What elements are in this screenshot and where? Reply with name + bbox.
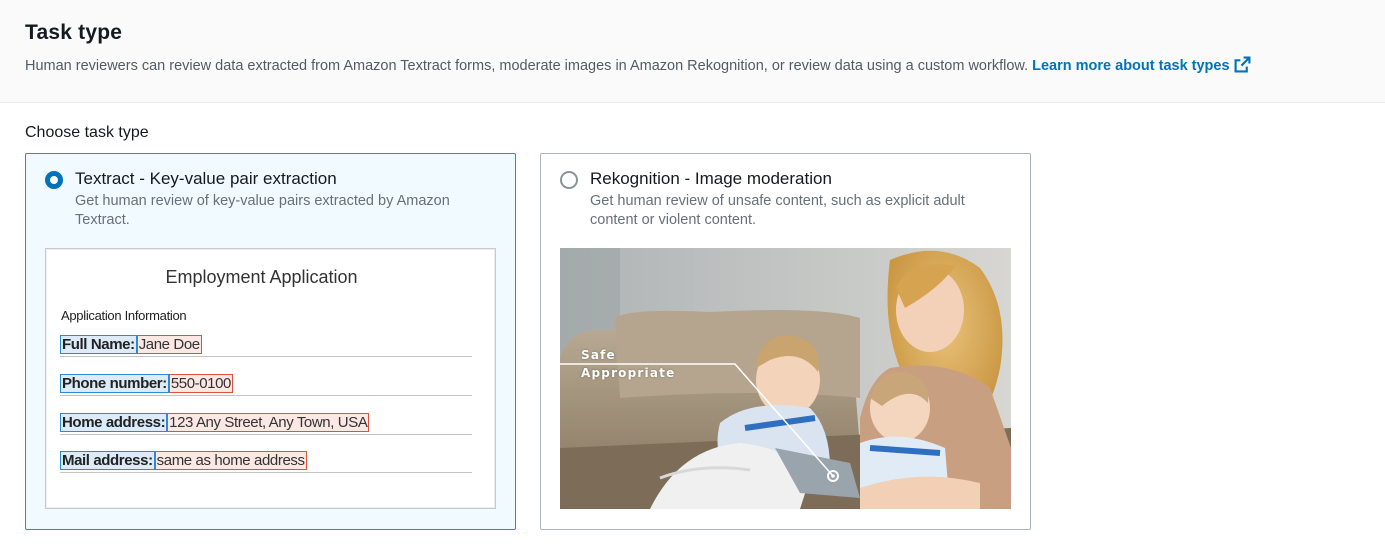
form-title: Employment Application [165,267,358,287]
form-row: Phone number: 550-0100 [60,374,472,396]
learn-more-label: Learn more about task types [1032,58,1230,74]
form-key: Mail address: [60,451,155,470]
form-key: Phone number: [60,374,169,393]
page-header: Task type Human reviewers can review dat… [0,0,1385,103]
form-row: Full Name: Jane Doe [60,335,472,357]
form-key: Full Name: [60,335,137,354]
tile-description-textract: Get human review of key-value pairs extr… [75,193,450,228]
radio-rekognition[interactable] [560,171,578,189]
form-key: Home address: [60,413,168,432]
task-type-label: Choose task type [25,124,149,141]
tile-rekognition[interactable]: Rekognition - Image moderation Get human… [540,153,1031,530]
moderation-photo: Safe Appropriate [560,248,1011,509]
description-text: Human reviewers can review data extracte… [25,58,1029,74]
form-illustration: Employment Application Application Infor… [45,248,496,509]
section-description: Human reviewers can review data extracte… [25,56,1251,77]
form-value: 550-0100 [168,374,234,393]
moderation-label: Safe [581,348,616,362]
form-value: same as home address [154,451,307,470]
moderation-label: Appropriate [581,366,676,380]
tile-description-rekognition: Get human review of unsafe content, such… [590,193,965,228]
form-value: 123 Any Street, Any Town, USA [167,413,370,432]
tile-title-rekognition: Rekognition - Image moderation [590,169,832,188]
learn-more-link[interactable]: Learn more about task types [1032,56,1251,77]
radio-textract[interactable] [45,171,63,189]
tile-title-textract: Textract - Key-value pair extraction [75,169,337,188]
external-link-icon [1234,56,1251,77]
form-row: Mail address: same as home address [60,451,472,473]
form-section-heading: Application Information [61,308,187,323]
form-row: Home address: 123 Any Street, Any Town, U… [60,413,472,435]
tile-textract[interactable]: Textract - Key-value pair extraction Get… [25,153,516,530]
form-value: Jane Doe [136,335,202,354]
section-title: Task type [25,21,123,44]
